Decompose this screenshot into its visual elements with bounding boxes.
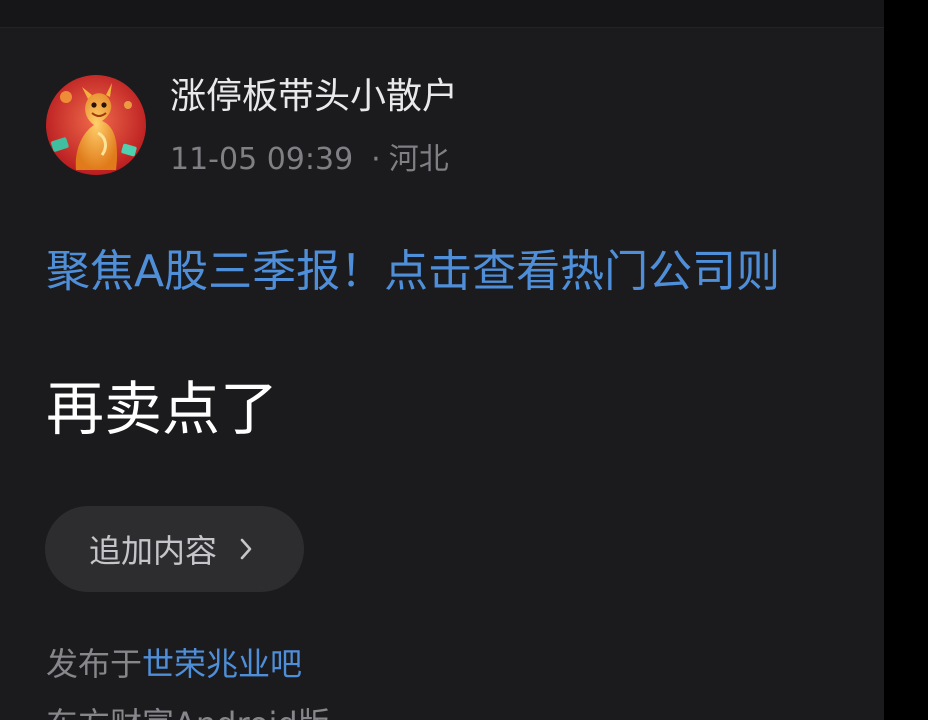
meta-separator: ·	[371, 142, 381, 177]
published-prefix: 发布于	[46, 645, 143, 683]
published-in: 发布于世荣兆业吧	[46, 642, 302, 686]
append-content-label: 追加内容	[89, 532, 218, 570]
append-content-button[interactable]: 追加内容	[45, 506, 304, 592]
post-source: 东方财富Android版	[46, 702, 330, 720]
post-content: 再卖点了	[46, 375, 279, 443]
author-name[interactable]: 涨停板带头小散户	[170, 74, 458, 120]
top-bar	[0, 0, 884, 28]
post-datetime: 11-05 09:39	[170, 142, 354, 177]
dragon-avatar-icon	[46, 75, 146, 175]
post-detail-panel: 涨停板带头小散户 11-05 09:39 · 河北 聚焦A股三季报！点击查看热门公司…	[0, 0, 884, 720]
promo-link[interactable]: 聚焦A股三季报！点击查看热门公司则	[46, 242, 780, 302]
chevron-right-icon	[239, 537, 253, 561]
post-location: 河北	[388, 142, 449, 177]
stock-bar-link[interactable]: 世荣兆业吧	[142, 645, 302, 683]
post-meta: 11-05 09:39 · 河北	[170, 140, 449, 180]
author-avatar[interactable]	[46, 75, 146, 175]
